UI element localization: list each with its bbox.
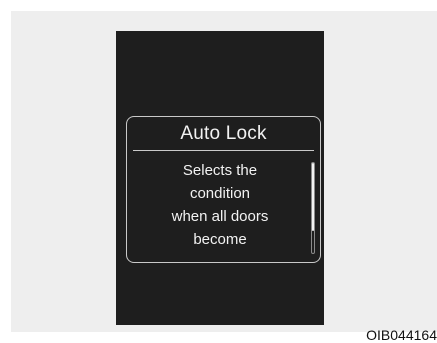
dialog-title: Auto Lock	[180, 123, 267, 144]
dialog-description: Selects the condition when all doors bec…	[171, 162, 269, 248]
scrollbar-thumb[interactable]	[312, 163, 314, 232]
auto-lock-dialog: Auto Lock Selects the condition when all…	[126, 116, 321, 263]
figure-id-label: OIB044164	[366, 327, 437, 343]
title-divider	[133, 150, 314, 151]
dialog-scrollbar[interactable]	[311, 162, 315, 254]
